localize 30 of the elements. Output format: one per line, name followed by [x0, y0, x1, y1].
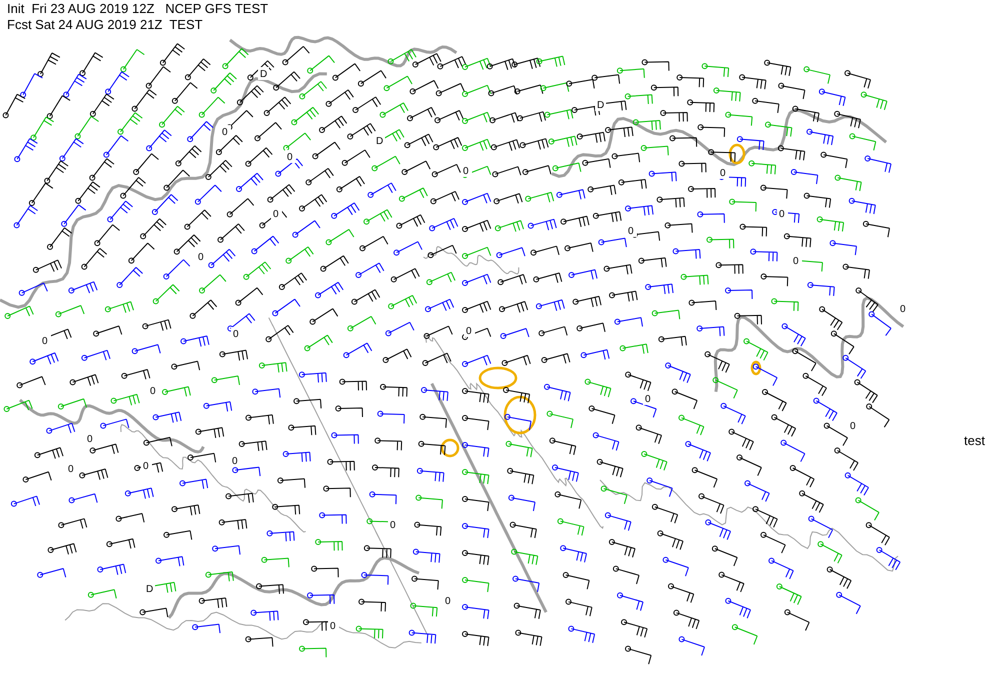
contour-label: 0 [720, 168, 726, 179]
contour-label: 0 [68, 464, 74, 475]
contour-label: 0 [150, 386, 156, 397]
plot-title-line: Fcst Sat 24 AUG 2019 21Z TEST [7, 17, 204, 33]
contour-label: 0 [900, 304, 906, 315]
contour-label: 0 [42, 336, 48, 347]
contour-label: 0 [793, 256, 799, 267]
contour-label: 0 [779, 209, 785, 220]
contour-label: 0 [390, 520, 396, 531]
contour-label: D [260, 69, 268, 80]
contour-label: D [376, 136, 384, 147]
contour-label: 0 [232, 456, 238, 467]
contour-label: 0 [233, 329, 239, 340]
contour-label: D [597, 100, 604, 111]
contour-label: 0 [287, 152, 293, 163]
plot-title-line: Init Fri 23 AUG 2019 12Z NCEP GFS TEST [7, 1, 268, 17]
contour-label: 0 [222, 127, 228, 138]
contour-label: 0 [445, 596, 451, 607]
contour-label: D [146, 584, 154, 595]
contour-label: 0 [330, 621, 336, 632]
contour-label: 0 [466, 326, 472, 337]
contour-label: 0 [143, 461, 149, 472]
contour-label: 0 [628, 226, 634, 237]
contour-label: 0 [850, 421, 856, 432]
contour-label: 0 [645, 394, 651, 405]
contour-label: 0 [87, 434, 93, 445]
contour-label: 0 [273, 209, 279, 220]
plot-label: test [964, 433, 985, 449]
contour-label: 0 [198, 252, 204, 263]
contour-label: 0 [463, 166, 469, 177]
